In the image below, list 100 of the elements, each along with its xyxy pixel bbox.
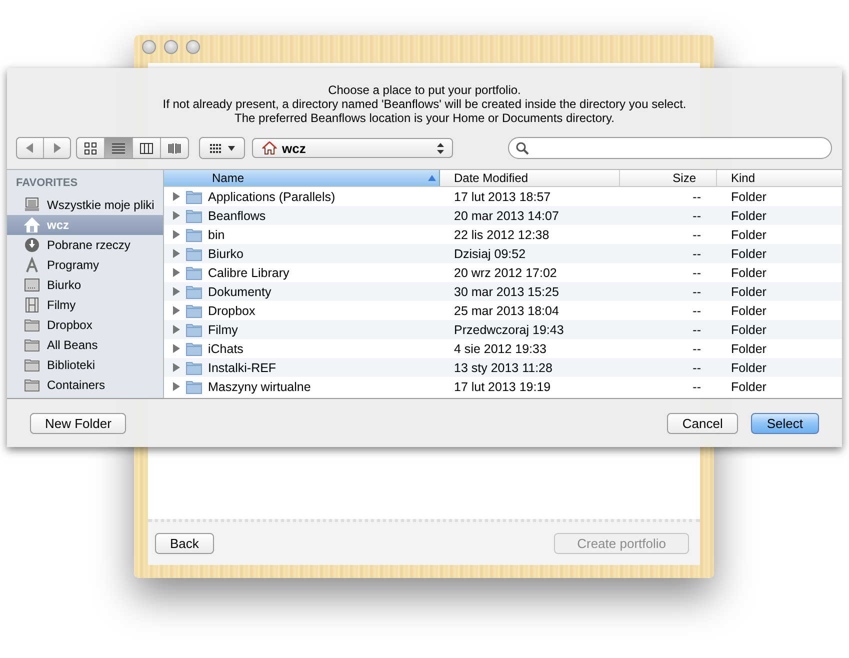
file-size: --	[692, 190, 701, 204]
file-kind: Folder	[731, 380, 766, 394]
message-text: If not already present, a directory named 'Beanflows' will be created inside the directory you select.	[162, 97, 688, 111]
sidebar-item[interactable]: Dropbox	[7, 315, 163, 335]
back-button[interactable]: Back	[155, 533, 214, 554]
disclosure-triangle-icon[interactable]	[173, 382, 180, 391]
disclosure-triangle-icon[interactable]	[173, 306, 180, 315]
folder-icon	[186, 304, 202, 318]
column-view-icon[interactable]	[140, 142, 153, 154]
file-kind: Folder	[731, 360, 766, 374]
date-modified: 20 mar 2013 14:07	[454, 208, 559, 222]
file-size: --	[692, 360, 701, 374]
file-size: --	[692, 342, 701, 356]
date-modified: 17 lut 2013 18:57	[454, 190, 551, 204]
location-popup[interactable]: wcz	[252, 138, 453, 158]
folder-icon	[186, 266, 202, 280]
disclosure-triangle-icon[interactable]	[173, 325, 180, 334]
folder-icon	[24, 377, 40, 393]
stepper-icon	[437, 142, 444, 154]
disclosure-triangle-icon[interactable]	[173, 363, 180, 372]
file-size: --	[692, 380, 701, 394]
folder-icon	[186, 246, 202, 260]
minimize-button[interactable]	[164, 40, 178, 54]
folder-icon	[186, 284, 202, 298]
date-column-header[interactable]: Date Modified	[448, 170, 620, 186]
sidebar-item[interactable]: Biblioteki	[7, 355, 163, 375]
disclosure-triangle-icon[interactable]	[173, 249, 180, 258]
folder-icon	[186, 228, 202, 242]
close-button[interactable]	[142, 40, 156, 54]
download-icon	[24, 237, 40, 253]
sidebar-item[interactable]: Pobrane rzeczy	[7, 235, 163, 255]
date-modified: 30 mar 2013 15:25	[454, 284, 559, 298]
sidebar-item[interactable]: Wszystkie moje pliki	[7, 195, 163, 215]
caret-icon	[228, 146, 234, 150]
file-kind: Folder	[731, 246, 766, 260]
date-modified: 20 wrz 2012 17:02	[454, 266, 557, 280]
folder-icon	[186, 322, 202, 336]
file-name: Dropbox	[208, 304, 256, 318]
file-kind: Folder	[731, 228, 766, 242]
cancel-button[interactable]: Cancel	[667, 412, 738, 434]
size-column-header[interactable]: Size	[620, 170, 717, 186]
file-name: Calibre Library	[208, 266, 290, 280]
file-name: iChats	[208, 342, 244, 356]
file-name: Instalki-REF	[208, 360, 276, 374]
icon-view-icon[interactable]	[84, 142, 97, 154]
apps-icon	[24, 257, 40, 273]
file-size: --	[692, 246, 701, 260]
disclosure-triangle-icon[interactable]	[173, 344, 180, 353]
message-text: The preferred Beanflows location is your Home or Documents directory.	[234, 111, 616, 125]
folder-icon	[186, 360, 202, 374]
forward-arrow-icon[interactable]	[53, 143, 61, 153]
file-kind: Folder	[731, 342, 766, 356]
folder-icon	[186, 190, 202, 204]
file-name: bin	[208, 228, 225, 242]
file-size: --	[692, 304, 701, 318]
name-column-header[interactable]: Name	[164, 170, 440, 186]
files-icon	[24, 197, 40, 213]
sidebar-item[interactable]: All Beans	[7, 335, 163, 355]
arrange-button[interactable]	[199, 137, 245, 159]
zoom-button[interactable]	[186, 40, 200, 54]
select-button[interactable]: Select	[750, 412, 819, 434]
back-arrow-icon[interactable]	[26, 143, 34, 153]
sidebar-item[interactable]: Containers	[7, 375, 163, 395]
file-size: --	[692, 322, 701, 336]
list-view-icon[interactable]	[112, 142, 125, 154]
date-modified: 17 lut 2013 19:19	[454, 380, 551, 394]
section-heading: FAVORITES	[15, 176, 79, 191]
grid-icon	[210, 144, 222, 152]
disclosure-triangle-icon[interactable]	[173, 230, 180, 239]
folder-icon	[24, 357, 40, 373]
file-name: Applications (Parallels)	[208, 190, 336, 204]
file-size: --	[692, 228, 701, 242]
cover-flow-icon[interactable]	[168, 142, 181, 154]
message-text: Choose a place to put your portfolio.	[327, 83, 522, 97]
date-modified: 4 sie 2012 19:33	[454, 342, 546, 356]
home-icon	[24, 217, 40, 233]
disclosure-triangle-icon[interactable]	[173, 287, 180, 296]
file-kind: Folder	[731, 190, 766, 204]
folder-icon	[186, 208, 202, 222]
file-name: Beanflows	[208, 208, 266, 222]
kind-column-header[interactable]: Kind	[717, 170, 842, 186]
file-size: --	[692, 284, 701, 298]
sidebar-item[interactable]: Biurko	[7, 275, 163, 295]
sort-arrow-icon	[428, 175, 436, 181]
date-modified: Przedwczoraj 19:43	[454, 322, 564, 336]
new-folder-button[interactable]: New Folder	[30, 412, 126, 434]
navigation-control[interactable]	[16, 137, 71, 159]
disclosure-triangle-icon[interactable]	[173, 268, 180, 277]
folder-icon	[186, 342, 202, 356]
disclosure-triangle-icon[interactable]	[173, 192, 180, 201]
date-modified: Dzisiaj 09:52	[454, 246, 526, 260]
search-field[interactable]	[508, 137, 832, 159]
disclosure-triangle-icon[interactable]	[173, 211, 180, 220]
file-kind: Folder	[731, 284, 766, 298]
sidebar-item[interactable]: Filmy	[7, 295, 163, 315]
file-name: Maszyny wirtualne	[208, 380, 311, 394]
date-modified: 13 sty 2013 11:28	[454, 360, 552, 374]
film-icon	[24, 297, 40, 313]
sidebar-item[interactable]: Programy	[7, 255, 163, 275]
file-size: --	[692, 208, 701, 222]
